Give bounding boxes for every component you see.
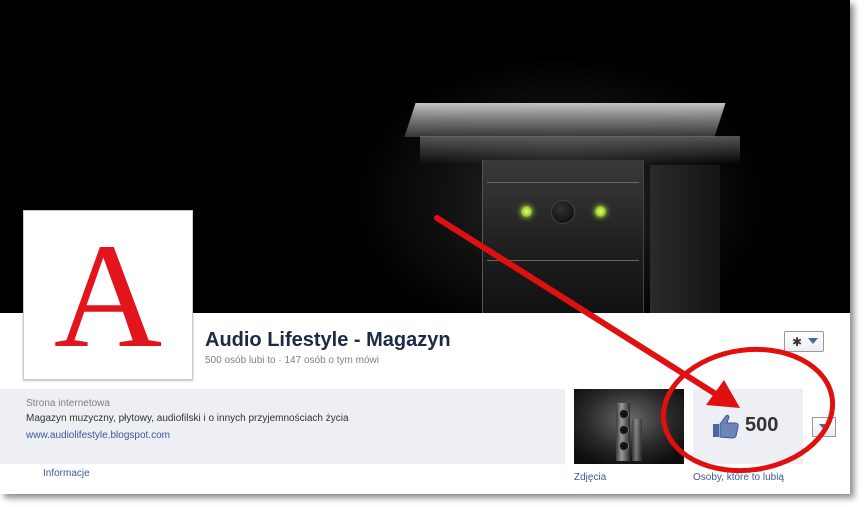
- device-side: [650, 165, 720, 313]
- page-stats: 500 osób lubi to · 147 osób o tym mówi: [205, 355, 379, 366]
- facebook-page-window: A Audio Lifestyle - Magazyn 500 osób lub…: [0, 0, 850, 494]
- device-knob: [551, 200, 575, 224]
- page-title[interactable]: Audio Lifestyle - Magazyn: [205, 329, 451, 352]
- logo-letter: A: [53, 213, 163, 379]
- about-description: Magazyn muzyczny, płytowy, audiofilski i…: [26, 413, 349, 424]
- tab-info[interactable]: Informacje: [43, 468, 90, 479]
- settings-button[interactable]: ✱: [784, 331, 824, 352]
- device-lid: [404, 103, 726, 137]
- gear-icon: ✱: [792, 335, 803, 349]
- about-label: Strona internetowa: [26, 398, 110, 409]
- chevron-down-icon: [819, 424, 829, 430]
- chevron-down-icon: [808, 338, 818, 344]
- device-front-panel: [482, 160, 644, 313]
- thumbs-up-icon: [713, 414, 739, 439]
- led-left: [521, 206, 532, 217]
- led-right: [595, 206, 606, 217]
- likes-count: 500: [745, 414, 779, 436]
- tab-likes[interactable]: Osoby, które to lubią: [693, 472, 784, 483]
- website-link[interactable]: www.audiolifestyle.blogspot.com: [26, 430, 170, 441]
- more-tabs-button[interactable]: [812, 417, 836, 437]
- photos-thumbnail[interactable]: [574, 389, 684, 464]
- profile-picture[interactable]: A: [23, 210, 193, 380]
- tab-photos[interactable]: Zdjęcia: [574, 472, 606, 483]
